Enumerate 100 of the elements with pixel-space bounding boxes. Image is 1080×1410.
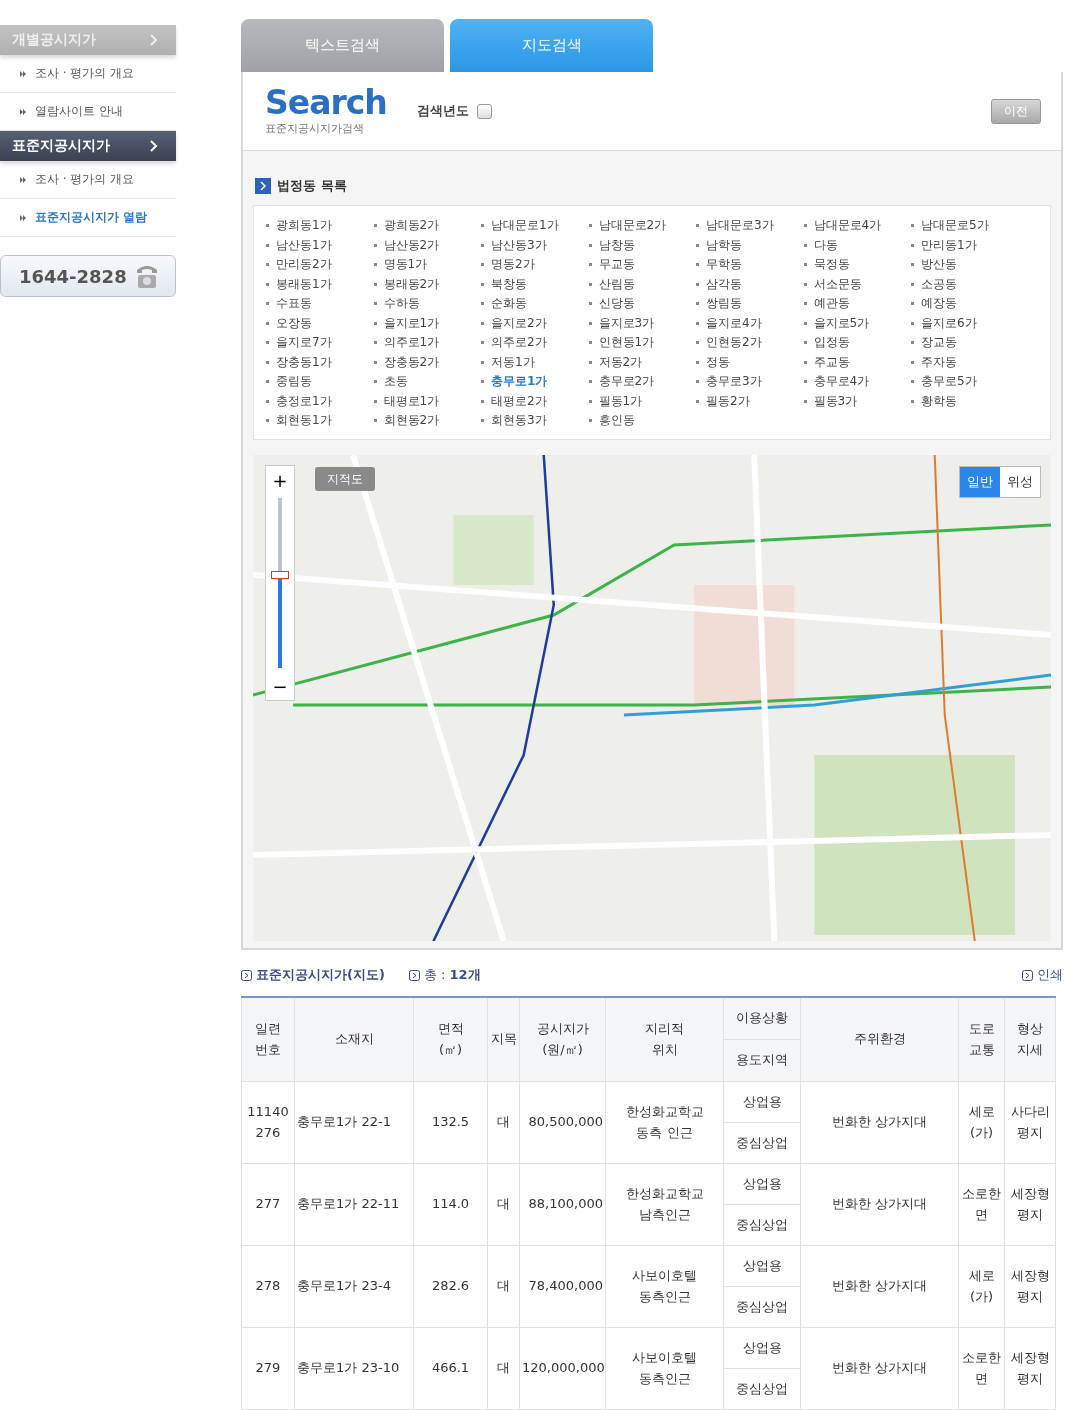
dong-link[interactable]: 의주로1가 (373, 333, 481, 353)
dong-link[interactable]: 저동2가 (588, 352, 696, 372)
dong-link[interactable]: 흥인동 (588, 411, 696, 431)
dong-link[interactable]: 을지로6가 (911, 313, 1019, 333)
dong-link[interactable]: 남대문로1가 (481, 216, 589, 236)
dong-link[interactable]: 충무로1가 (481, 372, 589, 392)
table-cell: 88,100,000 (519, 1163, 606, 1246)
dong-link[interactable]: 봉래동2가 (373, 274, 481, 294)
dong-link[interactable]: 남대문로3가 (696, 216, 804, 236)
dong-link[interactable]: 광희동2가 (373, 216, 481, 236)
dong-link[interactable]: 회현동3가 (481, 411, 589, 431)
dong-link[interactable]: 무교동 (588, 255, 696, 275)
dong-link[interactable]: 을지로5가 (803, 313, 911, 333)
table-cell: 충무로1가 22-1 (294, 1081, 414, 1164)
dong-link[interactable]: 남대문로4가 (803, 216, 911, 236)
column-header: 지리적 위치 (605, 997, 724, 1082)
dong-link[interactable]: 방산동 (911, 255, 1019, 275)
table-cell: 466.1 (413, 1327, 488, 1410)
sidebar-item[interactable]: 조사 · 평가의 개요 (0, 55, 176, 93)
dong-link[interactable]: 남대문로5가 (911, 216, 1019, 236)
dong-link[interactable]: 인현동2가 (696, 333, 804, 353)
column-header: 지목 (487, 997, 520, 1082)
dong-link[interactable]: 남학동 (696, 235, 804, 255)
dong-link[interactable]: 장교동 (911, 333, 1019, 353)
dong-link[interactable]: 정동 (696, 352, 804, 372)
dong-link[interactable]: 순화동 (481, 294, 589, 314)
dong-link[interactable]: 을지로1가 (373, 313, 481, 333)
column-header: 공시지가 (원/㎡) (519, 997, 606, 1082)
dong-link[interactable]: 다동 (803, 235, 911, 255)
dong-link[interactable]: 을지로4가 (696, 313, 804, 333)
dong-link[interactable]: 필동1가 (588, 391, 696, 411)
dong-link[interactable]: 주자동 (911, 352, 1019, 372)
sidebar-item[interactable]: 조사 · 평가의 개요 (0, 161, 176, 199)
dong-link[interactable]: 입정동 (803, 333, 911, 353)
result-title-link[interactable]: 표준지공시지가(지도) (241, 966, 385, 984)
dong-link[interactable]: 명동1가 (373, 255, 481, 275)
dong-link[interactable]: 의주로2가 (481, 333, 589, 353)
dong-link[interactable]: 충무로4가 (803, 372, 911, 392)
dong-link[interactable]: 회현동2가 (373, 411, 481, 431)
dong-link[interactable]: 충무로2가 (588, 372, 696, 392)
sidebar-section-header[interactable]: 표준지공시지가 (0, 131, 176, 161)
arrow-box-icon (1022, 969, 1033, 981)
dong-link[interactable]: 초동 (373, 372, 481, 392)
table-cell: 소로한 면 (958, 1163, 1005, 1246)
dong-link[interactable]: 을지로3가 (588, 313, 696, 333)
dong-link[interactable]: 남산동2가 (373, 235, 481, 255)
dong-link[interactable]: 남대문로2가 (588, 216, 696, 236)
sidebar-item[interactable]: 표준지공시지가 열람 (0, 199, 176, 237)
table-cell: 상업용 (723, 1327, 801, 1369)
map-type-button[interactable]: 위성 (1000, 467, 1040, 497)
column-header: 면적 (㎡) (413, 997, 488, 1082)
dong-link[interactable]: 봉래동1가 (266, 274, 374, 294)
dong-link[interactable]: 북창동 (481, 274, 589, 294)
dong-link[interactable]: 필동3가 (803, 391, 911, 411)
table-cell: 사다리 평지 (1004, 1081, 1056, 1164)
column-header: 일련 번호 (241, 997, 295, 1082)
dong-link[interactable]: 만리동1가 (911, 235, 1019, 255)
dong-link[interactable]: 충정로1가 (266, 391, 374, 411)
dong-link[interactable]: 남산동1가 (266, 235, 374, 255)
dong-link[interactable]: 남산동3가 (481, 235, 589, 255)
zoom-thumb[interactable] (271, 570, 289, 579)
dong-link[interactable]: 을지로2가 (481, 313, 589, 333)
dong-link[interactable]: 을지로7가 (266, 333, 374, 353)
dong-link[interactable]: 남창동 (588, 235, 696, 255)
dong-link[interactable]: 오장동 (266, 313, 374, 333)
print-link[interactable]: 인쇄 (1022, 966, 1063, 984)
dong-link[interactable]: 서소문동 (803, 274, 911, 294)
dong-link[interactable]: 충무로3가 (696, 372, 804, 392)
dong-link[interactable]: 예관동 (803, 294, 911, 314)
dong-link[interactable]: 태평로1가 (373, 391, 481, 411)
dong-link[interactable]: 장충동2가 (373, 352, 481, 372)
dong-link[interactable]: 장충동1가 (266, 352, 374, 372)
dong-link[interactable]: 황학동 (911, 391, 1019, 411)
dong-link[interactable]: 명동2가 (481, 255, 589, 275)
dong-link[interactable]: 신당동 (588, 294, 696, 314)
column-header: 이용상황 (723, 997, 801, 1040)
dong-link[interactable]: 회현동1가 (266, 411, 374, 431)
dong-link[interactable]: 수하동 (373, 294, 481, 314)
dong-link[interactable]: 쌍림동 (696, 294, 804, 314)
dong-link[interactable]: 만리동2가 (266, 255, 374, 275)
year-label: 검색년도 (416, 102, 469, 120)
dong-link[interactable]: 예장동 (911, 294, 1019, 314)
dong-link[interactable]: 무학동 (696, 255, 804, 275)
dong-link[interactable]: 묵정동 (803, 255, 911, 275)
dong-link[interactable]: 소공동 (911, 274, 1019, 294)
map-type-button[interactable]: 일반 (960, 467, 1000, 497)
dong-link[interactable]: 산림동 (588, 274, 696, 294)
dong-link[interactable]: 삼각동 (696, 274, 804, 294)
dong-link[interactable]: 충무로5가 (911, 372, 1019, 392)
dong-link[interactable]: 주교동 (803, 352, 911, 372)
table-cell: 번화한 상가지대 (800, 1327, 959, 1410)
dong-link[interactable]: 저동1가 (481, 352, 589, 372)
year-checkbox[interactable] (476, 103, 492, 119)
dong-link[interactable]: 수표동 (266, 294, 374, 314)
dong-link[interactable]: 광희동1가 (266, 216, 374, 236)
dong-link[interactable]: 인현동1가 (588, 333, 696, 353)
dong-link[interactable]: 중림동 (266, 372, 374, 392)
column-header: 형상 지세 (1004, 997, 1056, 1082)
dong-link[interactable]: 태평로2가 (481, 391, 589, 411)
dong-link[interactable]: 필동2가 (696, 391, 804, 411)
